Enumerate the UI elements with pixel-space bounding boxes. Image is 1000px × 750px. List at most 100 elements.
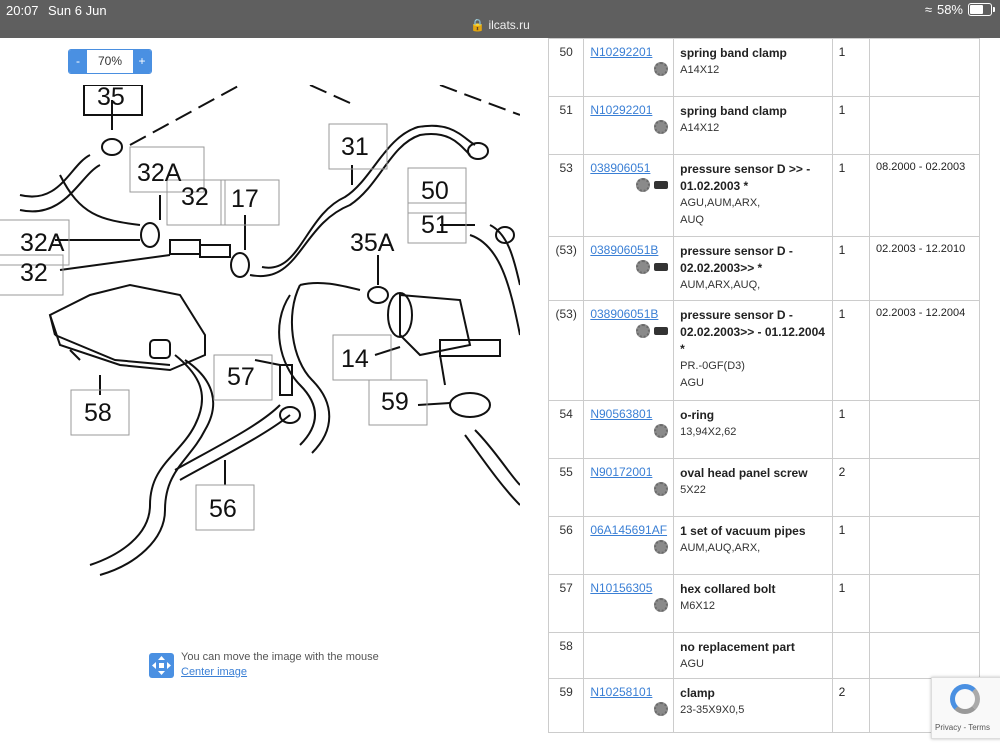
- description-cell: spring band clamp A14X12: [673, 38, 833, 97]
- part-number-cell: 038906051: [583, 154, 675, 237]
- quantity-cell: 1: [831, 400, 870, 459]
- callout-label[interactable]: 31: [341, 133, 369, 161]
- parts-row[interactable]: (53) 038906051B pressure sensor D - 02.02.…: [547, 300, 981, 401]
- gear-icon[interactable]: [654, 481, 669, 496]
- part-name: spring band clamp: [680, 46, 787, 60]
- gear-icon[interactable]: [654, 701, 669, 716]
- move-arrows-icon: [149, 653, 174, 678]
- part-number-link[interactable]: N10156305: [590, 581, 668, 595]
- part-note: 5X22: [680, 484, 706, 496]
- address-bar[interactable]: 🔒 ilcats.ru: [0, 18, 1000, 32]
- callout-label[interactable]: 50: [421, 177, 449, 205]
- gear-icon[interactable]: [654, 597, 669, 612]
- callout-label[interactable]: 14: [341, 345, 369, 373]
- part-number-cell: N10258101: [583, 678, 675, 733]
- status-date: Sun 6 Jun: [48, 3, 107, 18]
- gear-icon[interactable]: [654, 61, 669, 76]
- part-number-link[interactable]: N10292201: [590, 45, 668, 59]
- callout-label[interactable]: 32: [181, 183, 209, 211]
- part-number-link[interactable]: 06A145691AF: [590, 523, 668, 537]
- center-image-link[interactable]: Center image: [181, 666, 247, 678]
- part-note: AGU: [680, 658, 704, 670]
- part-name: pressure sensor D >> - 01.02.2003 *: [680, 162, 811, 193]
- car-icon[interactable]: [654, 262, 669, 271]
- quantity-cell: 1: [831, 300, 870, 401]
- callout-label[interactable]: 35: [97, 85, 125, 111]
- part-note: AUM,AUQ,ARX,: [680, 542, 761, 554]
- callout-label[interactable]: 58: [84, 399, 112, 427]
- date-range-cell: 02.2003 - 12.2010: [868, 236, 981, 301]
- recaptcha-badge[interactable]: Privacy - Terms: [931, 677, 1000, 739]
- status-bar: 20:07 Sun 6 Jun 🔒 ilcats.ru ≈ 58%: [0, 0, 1000, 38]
- car-icon[interactable]: [654, 180, 669, 189]
- callout-label[interactable]: 32A: [137, 159, 182, 187]
- gear-icon[interactable]: [654, 119, 669, 134]
- description-cell: pressure sensor D - 02.02.2003>> - 01.12…: [673, 300, 833, 401]
- part-number-link[interactable]: N90172001: [590, 465, 668, 479]
- zoom-out-button[interactable]: -: [69, 50, 87, 73]
- gear-icon[interactable]: [654, 423, 669, 438]
- part-name: pressure sensor D - 02.02.2003>> - 01.12…: [680, 308, 825, 356]
- position-cell: 50: [547, 38, 585, 97]
- part-number-cell: N90563801: [583, 400, 675, 459]
- quantity-cell: 1: [831, 96, 870, 155]
- callout-label[interactable]: 17: [231, 185, 259, 213]
- part-number-link[interactable]: N10292201: [590, 103, 668, 117]
- parts-row[interactable]: 57 N10156305 hex collared bolt M6X12 1: [547, 574, 981, 633]
- wifi-icon: ≈: [924, 2, 932, 17]
- parts-diagram[interactable]: 35 31 32A 32 17 50 51 32A 32 35A 14 57 58 59 56: [0, 85, 520, 605]
- car-icon[interactable]: [654, 326, 669, 335]
- part-number-link[interactable]: 038906051: [590, 161, 668, 175]
- part-name: clamp: [680, 686, 715, 700]
- parts-row[interactable]: 58 no replacement part AGU: [547, 632, 981, 679]
- part-note: A14X12: [680, 64, 720, 76]
- parts-row[interactable]: 55 N90172001 oval head panel screw 5X22 2: [547, 458, 981, 517]
- part-note: AGU: [680, 377, 704, 389]
- part-note: 13,94X2,62: [680, 426, 737, 438]
- parts-row[interactable]: 59 N10258101 clamp 23-35X9X0,5 2: [547, 678, 981, 733]
- gear-icon[interactable]: [654, 539, 669, 554]
- part-number-link[interactable]: N10258101: [590, 685, 668, 699]
- callout-label[interactable]: 35A: [350, 229, 395, 257]
- date-range-cell: [868, 516, 981, 575]
- position-cell: 56: [547, 516, 585, 575]
- quantity-cell: [831, 632, 870, 679]
- date-range-cell: [868, 574, 981, 633]
- quantity-cell: 2: [831, 678, 870, 733]
- part-name: spring band clamp: [680, 104, 787, 118]
- zoom-in-button[interactable]: +: [133, 50, 151, 73]
- part-note: PR.-0GF(D3): [680, 360, 745, 372]
- callout-label[interactable]: 59: [381, 388, 409, 416]
- date-range-cell: 02.2003 - 12.2004: [868, 300, 981, 401]
- parts-row[interactable]: 54 N90563801 o-ring 13,94X2,62 1: [547, 400, 981, 459]
- part-number-link[interactable]: 038906051B: [590, 243, 668, 257]
- parts-row[interactable]: 50 N10292201 spring band clamp A14X12 1: [547, 38, 981, 97]
- description-cell: clamp 23-35X9X0,5: [673, 678, 833, 733]
- battery-percent: 58%: [936, 2, 963, 17]
- parts-row[interactable]: 51 N10292201 spring band clamp A14X12 1: [547, 96, 981, 155]
- gear-icon[interactable]: [636, 323, 651, 338]
- recaptcha-icon: [950, 684, 980, 714]
- position-cell: 53: [547, 154, 585, 237]
- description-cell: oval head panel screw 5X22: [673, 458, 833, 517]
- position-cell: 59: [547, 678, 585, 733]
- callout-label[interactable]: 51: [421, 211, 449, 239]
- part-name: pressure sensor D - 02.02.2003>> *: [680, 244, 793, 275]
- part-number-link[interactable]: N90563801: [590, 407, 668, 421]
- parts-row[interactable]: 53 038906051 pressure sensor D >> - 01.02.…: [547, 154, 981, 237]
- zoom-level: 70%: [87, 50, 133, 73]
- parts-row[interactable]: 56 06A145691AF 1 set of vacuum pipes AUM,AU…: [547, 516, 981, 575]
- callout-label[interactable]: 56: [209, 495, 237, 523]
- part-note: AUM,ARX,AUQ,: [680, 279, 761, 291]
- parts-row[interactable]: (53) 038906051B pressure sensor D - 02.02.…: [547, 236, 981, 301]
- part-number-link[interactable]: 038906051B: [590, 307, 668, 321]
- quantity-cell: 1: [831, 516, 870, 575]
- gear-icon[interactable]: [636, 259, 651, 274]
- callout-label[interactable]: 32A: [20, 229, 65, 257]
- callout-label[interactable]: 57: [227, 363, 255, 391]
- callout-label[interactable]: 32: [20, 259, 48, 287]
- date-range-cell: [868, 400, 981, 459]
- recaptcha-links[interactable]: Privacy - Terms: [935, 723, 990, 732]
- part-name: no replacement part: [680, 640, 795, 654]
- gear-icon[interactable]: [636, 177, 651, 192]
